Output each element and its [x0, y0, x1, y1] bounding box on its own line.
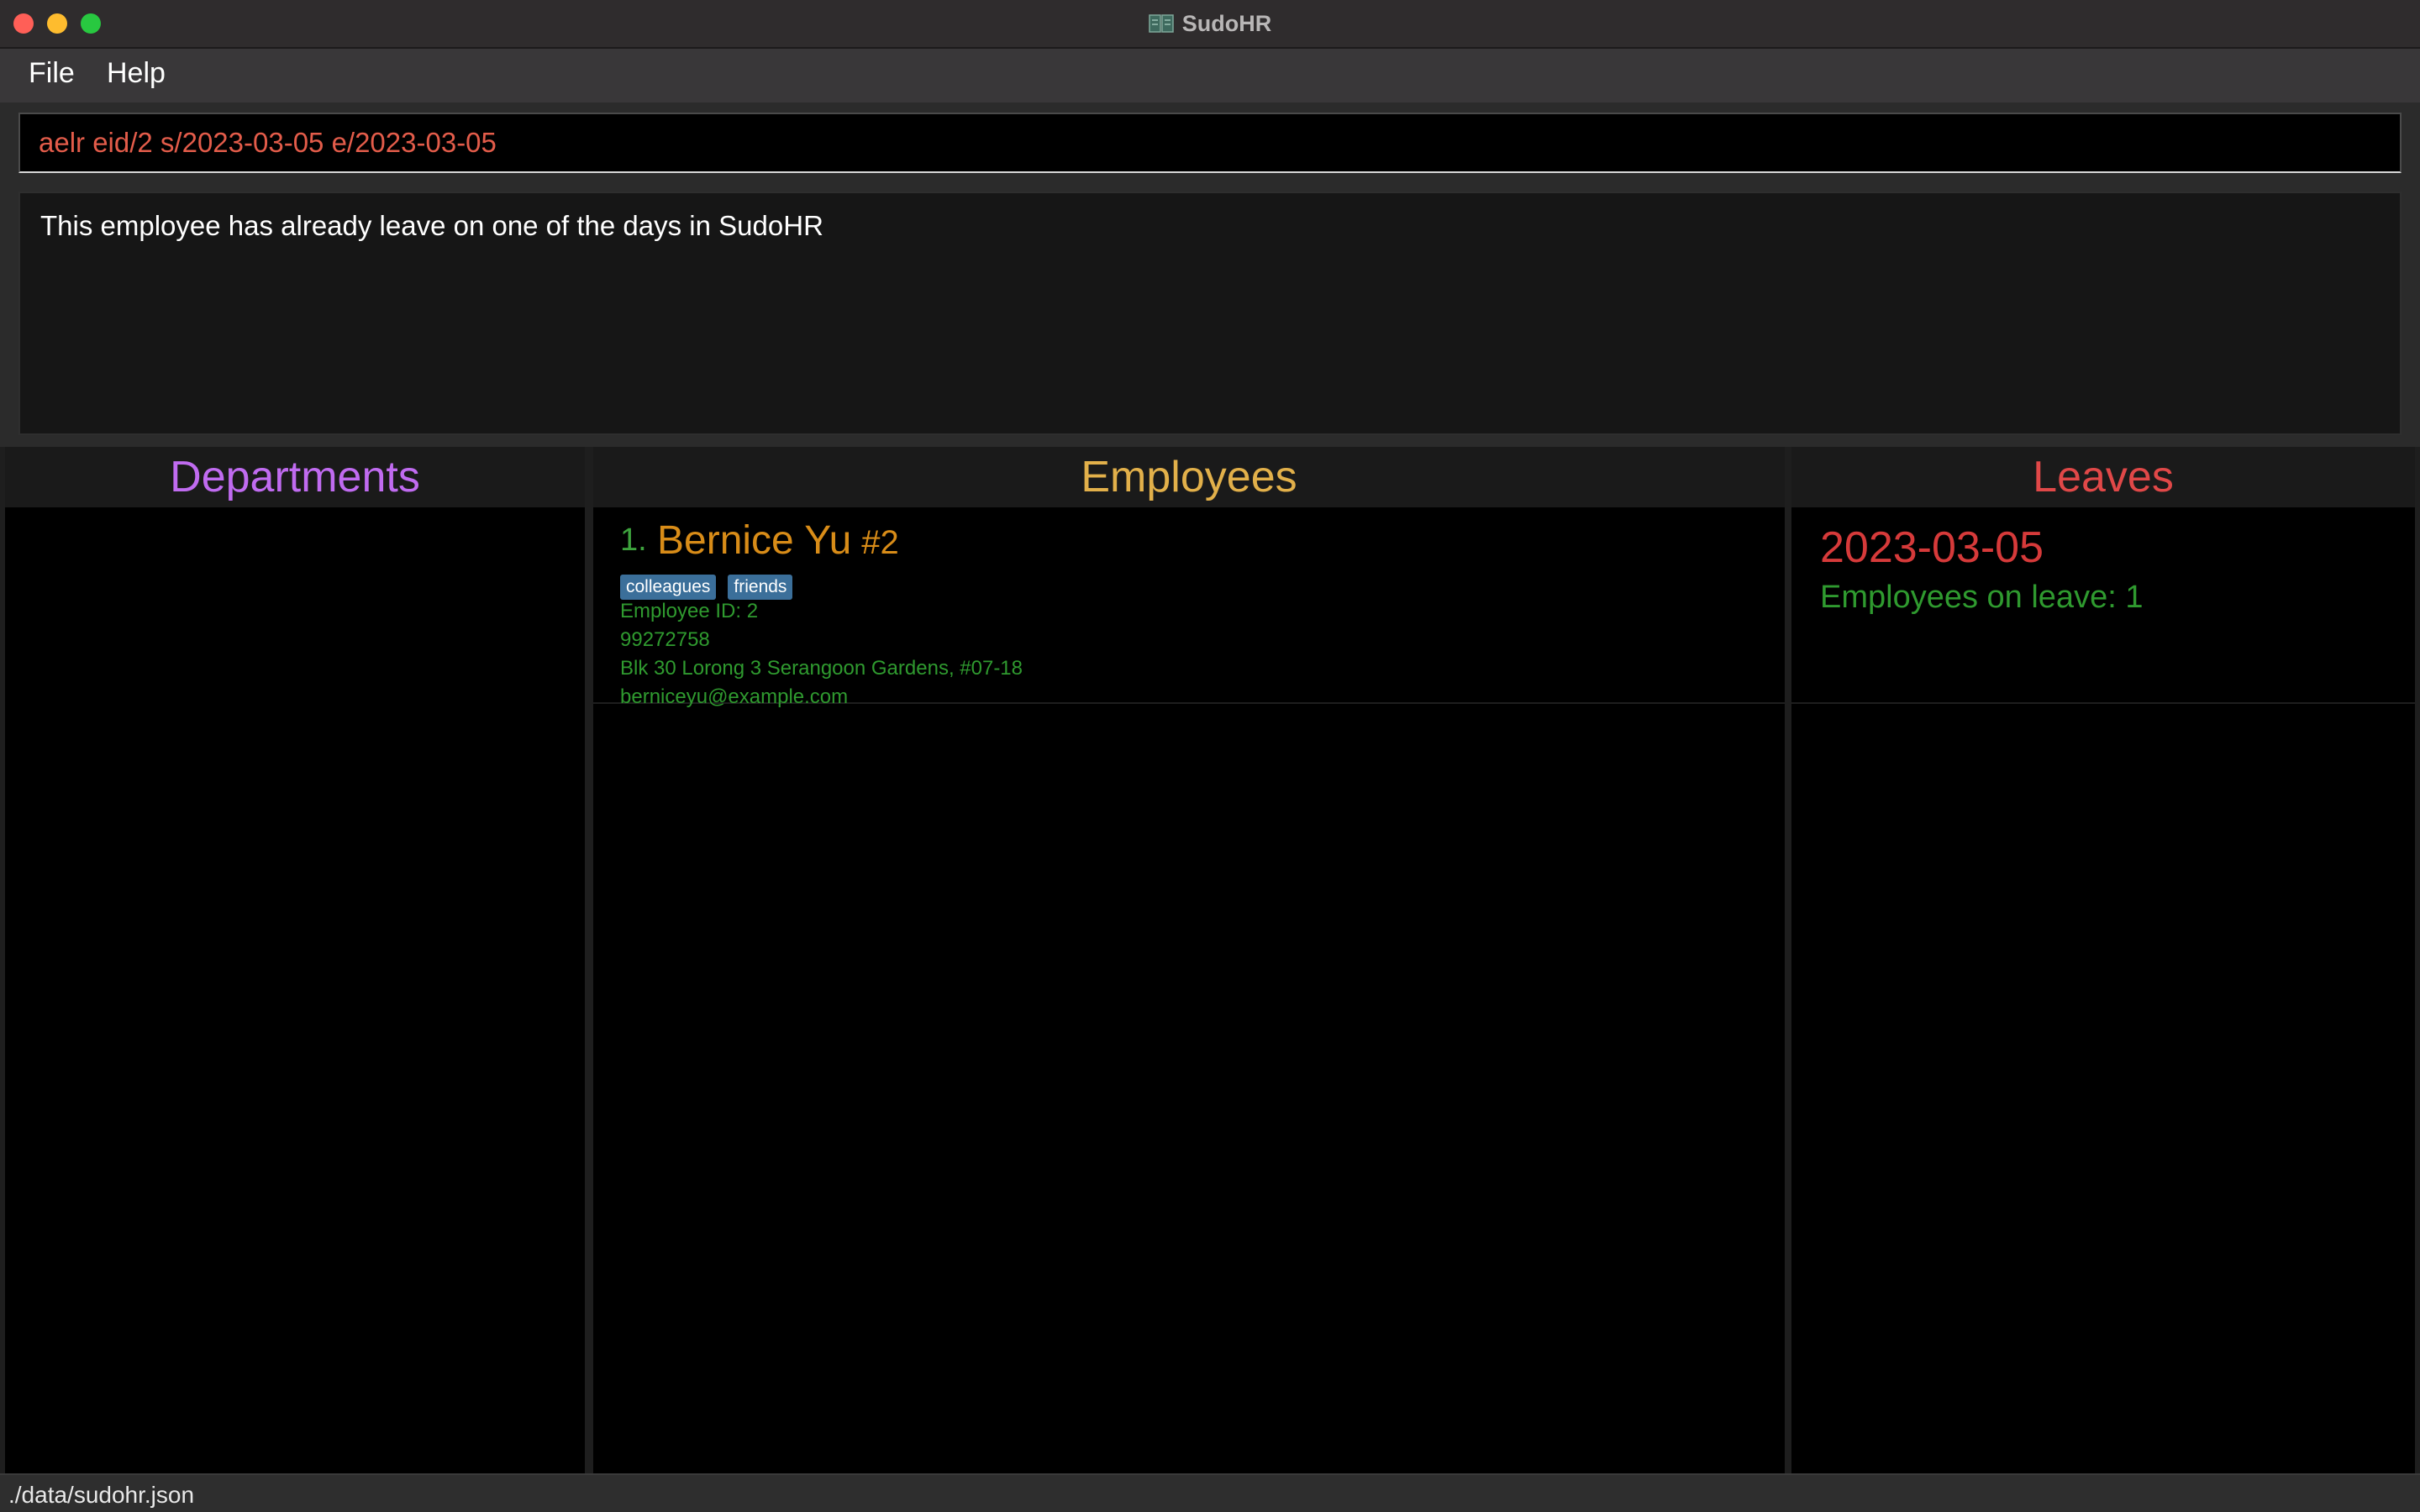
- window-title-group: SudoHR: [0, 0, 2420, 47]
- employee-phone: 99272758: [620, 628, 710, 651]
- command-input[interactable]: [39, 114, 2375, 171]
- menu-file[interactable]: File: [29, 57, 75, 90]
- employee-tags: colleagues friends: [620, 575, 793, 600]
- panels-container: Departments Employees 1. Bernice Yu #2 co…: [0, 447, 2420, 1473]
- employees-panel[interactable]: Employees 1. Bernice Yu #2 colleagues fri…: [593, 447, 1785, 1473]
- book-icon: [1149, 14, 1174, 33]
- employee-email: berniceyu@example.com: [620, 685, 849, 708]
- employees-title: Employees: [593, 447, 1785, 507]
- status-bar: ./data/sudohr.json: [0, 1473, 2420, 1512]
- menu-help[interactable]: Help: [107, 57, 166, 90]
- employee-address: Blk 30 Lorong 3 Serangoon Gardens, #07-1…: [620, 657, 1023, 680]
- leave-date: 2023-03-05: [1820, 523, 2044, 572]
- leaves-title: Leaves: [1791, 447, 2415, 507]
- leave-card[interactable]: 2023-03-05 Employees on leave: 1: [1791, 512, 2415, 704]
- employee-id: Employee ID: 2: [620, 600, 759, 622]
- title-bar: SudoHR: [0, 0, 2420, 49]
- leave-count: Employees on leave: 1: [1820, 580, 2144, 615]
- employee-name-row: Bernice Yu #2: [657, 517, 899, 564]
- command-area: This employee has already leave on one o…: [0, 102, 2420, 447]
- tag-colleagues: colleagues: [620, 575, 717, 600]
- employee-name: Bernice Yu: [657, 518, 852, 563]
- command-box: [18, 113, 2402, 173]
- menu-bar: File Help: [0, 49, 2420, 102]
- save-file-path: ./data/sudohr.json: [8, 1482, 195, 1508]
- result-message: This employee has already leave on one o…: [40, 210, 823, 241]
- employee-card[interactable]: 1. Bernice Yu #2 colleagues friends Emplo…: [593, 512, 1785, 708]
- tag-friends: friends: [728, 575, 793, 600]
- departments-title: Departments: [5, 447, 585, 507]
- leaves-panel[interactable]: Leaves 2023-03-05 Employees on leave: 1: [1791, 447, 2415, 1473]
- departments-panel[interactable]: Departments: [5, 447, 585, 1473]
- result-display: This employee has already leave on one o…: [18, 192, 2402, 435]
- employee-index: 1.: [620, 522, 647, 558]
- window-title: SudoHR: [1181, 10, 1272, 36]
- employee-hash-id: #2: [861, 524, 899, 561]
